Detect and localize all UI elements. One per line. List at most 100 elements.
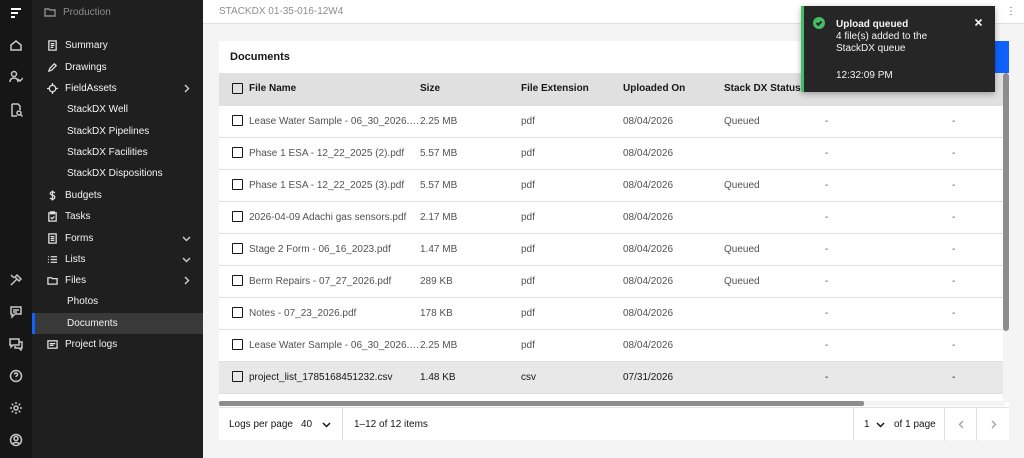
sidebar-item-stackdx-dispositions[interactable]: StackDX Dispositions <box>32 163 203 184</box>
sidebar-item-stackdx-pipelines[interactable]: StackDX Pipelines <box>32 121 203 142</box>
chevron-right-icon <box>991 420 997 429</box>
cell-size: 1.48 KB <box>420 361 521 394</box>
sidebar-item-summary[interactable]: Summary <box>32 35 203 56</box>
row-checkbox[interactable] <box>232 307 243 319</box>
sidebar-item-forms[interactable]: Forms <box>32 228 203 249</box>
table-row[interactable]: Phase 1 ESA - 12_22_2025 (2).pdf 5.57 MB p… <box>219 137 1005 170</box>
row-checkbox[interactable] <box>232 243 243 255</box>
chevron-down-icon <box>876 420 885 429</box>
cell-stackdx-status: Queued <box>724 169 825 202</box>
sidebar-item-stackdx-well[interactable]: StackDX Well <box>32 99 203 120</box>
cell-uploaded-on: 08/04/2026 <box>623 137 724 170</box>
column-header-file-name[interactable]: File Name <box>249 73 420 106</box>
row-checkbox[interactable] <box>232 339 243 351</box>
app-logo-icon[interactable] <box>0 2 32 26</box>
row-checkbox[interactable] <box>232 115 243 127</box>
cell-docu: - <box>952 169 1005 202</box>
cell-uploaded-on: 08/04/2026 <box>623 201 724 234</box>
per-page-label: Logs per page <box>229 419 293 430</box>
cell-file-name: project_list_1785168451232.csv <box>249 361 420 394</box>
document-search-icon[interactable] <box>0 98 32 122</box>
column-header-size[interactable]: Size <box>420 73 521 106</box>
per-page-select[interactable]: 40 <box>301 408 331 441</box>
row-checkbox-cell <box>219 329 249 362</box>
row-checkbox[interactable] <box>232 275 243 287</box>
sidebar-item-budgets[interactable]: Budgets <box>32 185 203 206</box>
dollar-icon <box>46 190 58 202</box>
next-page-button[interactable] <box>989 408 998 441</box>
cell-file-extension: pdf <box>521 137 623 170</box>
chevron-down-icon <box>182 234 191 243</box>
table-row[interactable]: 2026-04-09 Adachi gas sensors.pdf 2.17 MB… <box>219 201 1005 234</box>
row-checkbox-cell <box>219 105 249 138</box>
cell-unnamed: - <box>825 169 952 202</box>
previous-page-button[interactable] <box>957 408 966 441</box>
row-checkbox[interactable] <box>232 147 243 159</box>
sidebar-item-documents[interactable]: Documents <box>32 313 203 334</box>
home-icon[interactable] <box>0 33 32 57</box>
cell-file-extension: pdf <box>521 329 623 362</box>
close-icon[interactable] <box>974 18 984 28</box>
cell-size: 2.25 MB <box>420 329 521 362</box>
table-row[interactable]: Stage 2 Form - 06_16_2023.pdf 1.47 MB pdf 0… <box>219 233 1005 266</box>
cell-file-name: Phase 1 ESA - 12_22_2025 (2).pdf <box>249 137 420 170</box>
sidebar-item-photos[interactable]: Photos <box>32 291 203 312</box>
cell-uploaded-on: 08/04/2026 <box>623 105 724 138</box>
sidebar-item-label: StackDX Well <box>67 104 128 115</box>
table-row[interactable]: Berm Repairs - 07_27_2026.pdf 289 KB pdf 08… <box>219 265 1005 298</box>
cell-size: 5.57 MB <box>420 169 521 202</box>
row-checkbox[interactable] <box>232 179 243 191</box>
chat-icon[interactable] <box>0 300 32 324</box>
vertical-scrollbar[interactable] <box>1003 73 1009 402</box>
settings-gear-icon[interactable] <box>0 396 32 420</box>
messages-icon[interactable] <box>0 332 32 356</box>
cell-file-name: Notes - 07_23_2026.pdf <box>249 297 420 330</box>
table-row[interactable]: Notes - 07_23_2026.pdf 178 KB pdf 08/04/202… <box>219 297 1005 330</box>
project-switcher[interactable]: Production <box>32 0 203 24</box>
horizontal-scrollbar-thumb[interactable] <box>219 401 864 406</box>
table-row[interactable]: Phase 1 ESA - 12_22_2025 (3).pdf 5.57 MB p… <box>219 169 1005 202</box>
cell-stackdx-status: Queued <box>724 233 825 266</box>
page-value: 1 <box>864 419 870 430</box>
user-avatar-icon[interactable] <box>0 428 32 452</box>
cell-unnamed: - <box>825 105 952 138</box>
table-row[interactable]: project_list_1785168451232.csv 1.48 KB csv… <box>219 361 1005 394</box>
help-icon[interactable] <box>0 364 32 388</box>
checkmark-success-icon <box>813 17 825 29</box>
row-checkbox-cell <box>219 265 249 298</box>
column-header-uploaded-on[interactable]: Uploaded On <box>623 73 724 106</box>
sidebar-item-label: Drawings <box>65 62 107 73</box>
user-check-icon[interactable] <box>0 65 32 89</box>
row-checkbox-cell <box>219 201 249 234</box>
form-icon <box>46 233 58 245</box>
sidebar-item-stackdx-facilities[interactable]: StackDX Facilities <box>32 142 203 163</box>
sidebar: Production Summary Drawings FieldAssets … <box>32 0 203 458</box>
table-row[interactable]: Lease Water Sample - 06_30_2026.pdf 2.25 … <box>219 329 1005 362</box>
row-checkbox[interactable] <box>232 211 243 223</box>
sidebar-item-tasks[interactable]: Tasks <box>32 206 203 227</box>
tools-icon[interactable] <box>0 268 32 292</box>
page-select[interactable]: 1 <box>864 408 885 441</box>
icon-rail <box>0 0 32 458</box>
overflow-menu-icon[interactable]: ⋮ <box>1006 6 1018 18</box>
cell-docu: - <box>952 105 1005 138</box>
table-row[interactable]: Lease Water Sample - 06_30_2026.pdf 2.25 … <box>219 105 1005 138</box>
horizontal-scrollbar[interactable] <box>219 401 1005 406</box>
sidebar-item-label: Tasks <box>65 211 91 222</box>
cell-unnamed: - <box>825 297 952 330</box>
sidebar-item-drawings[interactable]: Drawings <box>32 57 203 78</box>
sidebar-item-label: Lists <box>65 254 86 265</box>
vertical-scrollbar-thumb[interactable] <box>1003 73 1009 331</box>
per-page-value: 40 <box>301 419 313 430</box>
cell-stackdx-status <box>724 329 825 362</box>
chevron-down-icon <box>182 255 191 264</box>
sidebar-item-files[interactable]: Files <box>32 270 203 291</box>
column-header-file-extension[interactable]: File Extension <box>521 73 623 106</box>
row-checkbox[interactable] <box>232 371 243 383</box>
select-all-checkbox[interactable] <box>232 83 243 95</box>
cell-stackdx-status <box>724 297 825 330</box>
sidebar-item-project-logs[interactable]: Project logs <box>32 334 203 355</box>
sidebar-item-fieldassets[interactable]: FieldAssets <box>32 78 203 99</box>
sidebar-item-label: Forms <box>65 233 94 244</box>
sidebar-item-lists[interactable]: Lists <box>32 249 203 270</box>
